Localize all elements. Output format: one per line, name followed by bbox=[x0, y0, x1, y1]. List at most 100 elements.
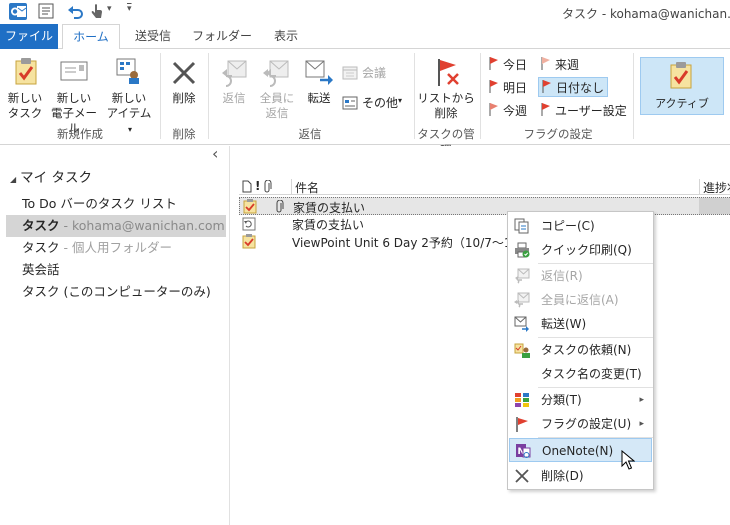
ribbon-separator bbox=[633, 53, 634, 139]
column-divider bbox=[699, 179, 700, 194]
flag-this-week-button[interactable]: 今週 bbox=[489, 101, 535, 121]
new-items-button[interactable]: 新しい アイテム▾ bbox=[104, 55, 154, 134]
new-email-button[interactable]: 新しい 電子メール bbox=[48, 55, 100, 135]
menu-item-reply[interactable]: 返信(R) bbox=[509, 264, 652, 288]
menu-item-categorize[interactable]: 分類(T) ▸ bbox=[509, 388, 652, 412]
context-menu: コピー(C) クイック印刷(Q) 返信(R) 全員に返信(A) 転送(W) タス… bbox=[507, 211, 654, 490]
assign-task-icon bbox=[514, 342, 530, 358]
task-icon bbox=[242, 234, 256, 252]
flag-today-button[interactable]: 今日 bbox=[489, 55, 535, 75]
menu-item-rename-task[interactable]: タスク名の変更(T) bbox=[509, 362, 652, 386]
column-divider bbox=[291, 179, 292, 194]
flag-icon bbox=[542, 79, 552, 99]
send-receive-icon[interactable] bbox=[38, 3, 56, 20]
forward-icon bbox=[514, 316, 530, 332]
delete-button[interactable]: 削除 bbox=[164, 55, 204, 123]
task-clipboard-icon bbox=[669, 61, 693, 92]
undo-icon[interactable] bbox=[67, 3, 83, 20]
ribbon: 新しい タスク 新しい 電子メール 新しい アイテム▾ 新規作成 削除 削除 返… bbox=[0, 49, 730, 157]
dropdown-caret-icon: ▾ bbox=[127, 125, 132, 134]
copy-icon bbox=[514, 218, 530, 234]
onenote-icon: N bbox=[515, 443, 531, 459]
more-icon bbox=[342, 95, 358, 114]
collapse-pane-icon[interactable]: ‹ bbox=[212, 144, 218, 163]
menu-item-follow-up[interactable]: フラグの設定(U) ▸ bbox=[509, 412, 652, 436]
attachment-icon bbox=[276, 199, 284, 216]
envelope-icon bbox=[60, 61, 88, 84]
print-icon bbox=[514, 242, 530, 258]
tab-folder[interactable]: フォルダー bbox=[186, 24, 258, 49]
menu-item-reply-all[interactable]: 全員に返信(A) bbox=[509, 288, 652, 312]
flag-icon bbox=[541, 102, 551, 122]
remove-from-list-button[interactable]: リストから 削除 bbox=[417, 55, 475, 123]
flag-custom-button[interactable]: ユーザー設定 bbox=[541, 101, 627, 121]
flag-icon bbox=[514, 416, 530, 432]
list-header: ! 件名 進捗状 bbox=[239, 179, 730, 195]
flag-icon bbox=[489, 56, 499, 76]
ribbon-separator bbox=[208, 53, 209, 139]
nav-item-tasks-local[interactable]: タスク (このコンピューターのみ) bbox=[22, 281, 211, 303]
undo-dropdown-icon[interactable]: ▾ bbox=[107, 4, 112, 14]
task-list: ! 件名 進捗状 家賃の支払い 家賃の支払い ViewPoint Unit 6 … bbox=[231, 146, 730, 525]
table-row[interactable]: ViewPoint Unit 6 Day 2予約（10/7～1 bbox=[239, 233, 730, 251]
nav-item-tasks-account[interactable]: タスク - kohama@wanichan.com bbox=[6, 215, 226, 237]
reply-all-button[interactable]: 全員に 返信 bbox=[256, 55, 298, 123]
outlook-logo-icon[interactable] bbox=[9, 3, 27, 20]
flag-icon bbox=[489, 79, 499, 99]
tab-file[interactable]: ファイル bbox=[0, 24, 58, 49]
tab-view[interactable]: 表示 bbox=[262, 24, 310, 49]
reply-all-icon bbox=[514, 292, 530, 308]
reply-all-icon bbox=[262, 59, 292, 90]
menu-item-forward[interactable]: 転送(W) bbox=[509, 312, 652, 336]
ribbon-separator bbox=[480, 53, 481, 139]
group-label-delete: 削除 bbox=[172, 127, 196, 141]
view-active-button[interactable]: アクティブ bbox=[640, 57, 724, 115]
table-row[interactable]: 家賃の支払い bbox=[239, 197, 730, 215]
reply-button[interactable]: 返信 bbox=[214, 55, 254, 123]
delete-x-icon bbox=[170, 59, 198, 90]
forward-button[interactable]: 転送 bbox=[300, 55, 338, 123]
nav-item-todo-bar[interactable]: To Do バーのタスク リスト bbox=[22, 193, 177, 215]
recurring-task-icon bbox=[242, 216, 256, 234]
flag-next-week-button[interactable]: 来週 bbox=[541, 55, 605, 75]
tab-home[interactable]: ホーム bbox=[62, 24, 120, 50]
attachment-column-icon[interactable] bbox=[264, 179, 272, 196]
meeting-icon bbox=[342, 65, 358, 84]
menu-item-copy[interactable]: コピー(C) bbox=[509, 214, 652, 238]
expand-triangle-icon: ◢ bbox=[10, 175, 17, 184]
mouse-cursor-icon bbox=[621, 449, 636, 474]
task-clipboard-icon bbox=[14, 57, 38, 88]
tab-send-receive[interactable]: 送受信 bbox=[124, 24, 182, 49]
table-row[interactable]: 家賃の支払い bbox=[239, 215, 730, 233]
flag-remove-icon bbox=[434, 57, 460, 90]
nav-item-tasks-personal[interactable]: タスク - 個人用フォルダー bbox=[22, 237, 172, 259]
nav-item-english[interactable]: 英会話 bbox=[22, 259, 60, 281]
nav-header-my-tasks[interactable]: ◢ マイ タスク bbox=[10, 166, 92, 186]
reply-icon bbox=[220, 59, 250, 90]
window-title: タスク - kohama@wanichan.com bbox=[562, 7, 730, 21]
column-progress[interactable]: 進捗状 bbox=[703, 179, 730, 196]
dropdown-caret-icon: ▾ bbox=[398, 96, 403, 105]
navigation-pane: ‹ ◢ マイ タスク To Do バーのタスク リスト タスク - kohama@… bbox=[0, 144, 230, 525]
flag-icon bbox=[541, 56, 551, 76]
group-label-respond: 返信 bbox=[298, 127, 322, 141]
flag-no-date-button[interactable]: 日付なし bbox=[538, 77, 608, 97]
qat-customize-icon[interactable]: ▾ bbox=[127, 4, 132, 14]
importance-column-icon[interactable]: ! bbox=[255, 179, 260, 193]
more-respond-button[interactable]: その他 ▾ bbox=[342, 93, 408, 113]
new-task-button[interactable]: 新しい タスク bbox=[4, 55, 46, 123]
touch-mode-icon[interactable] bbox=[90, 3, 104, 20]
menu-item-assign-task[interactable]: タスクの依頼(N) bbox=[509, 338, 652, 362]
column-subject[interactable]: 件名 bbox=[295, 179, 319, 196]
meeting-button[interactable]: 会議 bbox=[342, 63, 402, 83]
submenu-arrow-icon: ▸ bbox=[639, 395, 644, 405]
group-label-flags: フラグの設定 bbox=[523, 127, 593, 141]
flag-tomorrow-button[interactable]: 明日 bbox=[489, 78, 535, 98]
flag-icon bbox=[489, 102, 499, 122]
categorize-icon bbox=[514, 392, 530, 408]
menu-item-quick-print[interactable]: クイック印刷(Q) bbox=[509, 238, 652, 262]
title-bar: ▾ ▾ タスク - kohama@wanichan.com bbox=[0, 0, 730, 24]
item-type-icon[interactable] bbox=[242, 180, 252, 196]
progress-cell bbox=[699, 198, 730, 214]
forward-icon bbox=[304, 59, 334, 90]
